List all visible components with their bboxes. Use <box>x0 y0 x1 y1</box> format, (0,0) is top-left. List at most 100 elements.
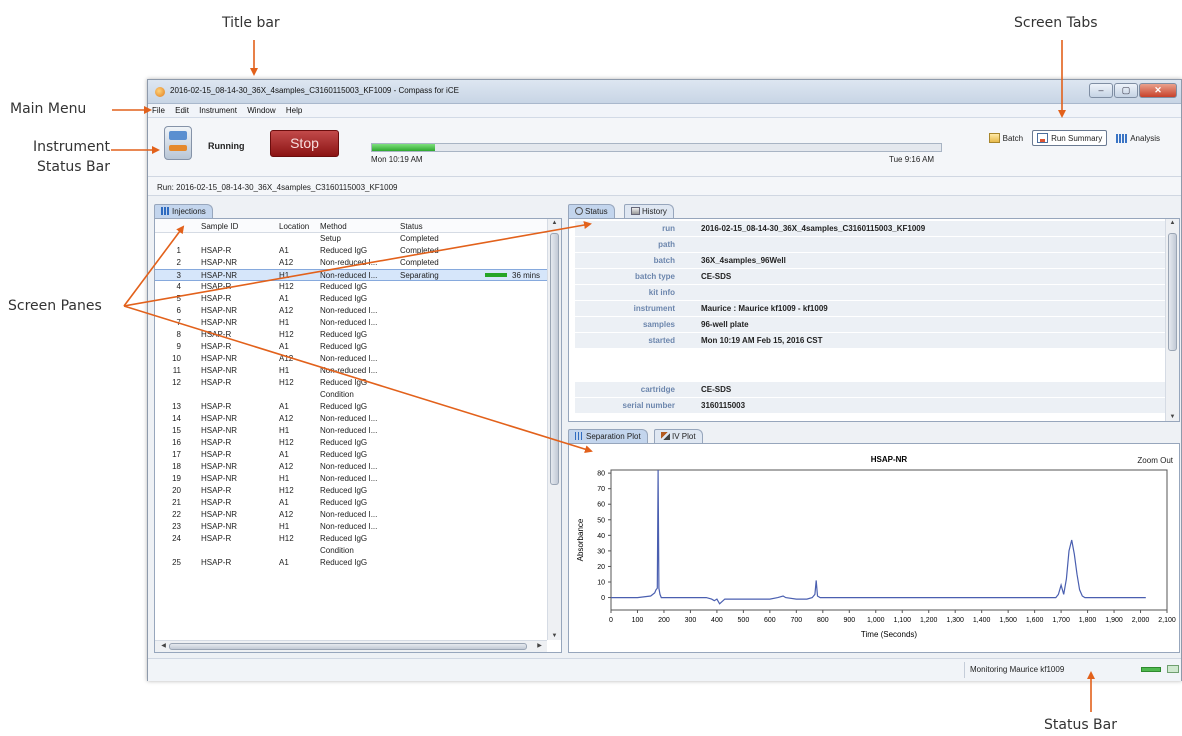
tab-iv-plot[interactable]: IV Plot <box>654 429 703 443</box>
tab-history[interactable]: History <box>624 204 674 218</box>
injections-icon <box>161 207 170 215</box>
table-row[interactable]: 9 HSAP-R A1 Reduced IgG <box>155 341 547 353</box>
row-sample-id: HSAP-NR <box>201 354 238 363</box>
status-scroll-up-icon[interactable]: ▲ <box>1166 220 1179 226</box>
status-field-key: instrument <box>633 304 675 313</box>
column-status[interactable]: Status <box>400 222 472 231</box>
table-row[interactable]: 12 HSAP-R H12 Reduced IgG <box>155 377 547 389</box>
row-location: H1 <box>279 318 290 327</box>
table-row[interactable]: 11 HSAP-NR H1 Non-reduced I... <box>155 365 547 377</box>
menu-instrument[interactable]: Instrument <box>195 104 241 115</box>
table-row[interactable]: 22 HSAP-NR A12 Non-reduced I... <box>155 509 547 521</box>
tab-injections[interactable]: Injections <box>154 204 213 218</box>
row-sample-id: HSAP-NR <box>201 318 238 327</box>
row-sample-id: HSAP-NR <box>201 306 238 315</box>
row-number: 14 <box>172 414 181 423</box>
row-sample-id: HSAP-R <box>201 534 232 543</box>
injections-table: Sample ID Location Method Status Setup Co… <box>154 218 562 653</box>
row-number: 10 <box>172 354 181 363</box>
window-controls: – ▢ ✕ <box>1089 83 1177 98</box>
row-method: Reduced IgG <box>320 246 368 255</box>
scroll-thumb[interactable] <box>550 233 559 485</box>
status-field-value: 96-well plate <box>701 320 749 329</box>
table-row[interactable]: 15 HSAP-NR H1 Non-reduced I... <box>155 425 547 437</box>
status-field-row: batch type CE-SDS <box>575 269 1165 284</box>
x-tick-label: 1,800 <box>1079 617 1097 624</box>
table-row[interactable]: 23 HSAP-NR H1 Non-reduced I... <box>155 521 547 533</box>
row-sample-id: HSAP-R <box>201 486 232 495</box>
table-row[interactable]: 4 HSAP-R H12 Reduced IgG <box>155 281 547 293</box>
row-method: Non-reduced I... <box>320 462 378 471</box>
status-field-row: started Mon 10:19 AM Feb 15, 2016 CST <box>575 333 1165 348</box>
row-method: Non-reduced I... <box>320 522 378 531</box>
vertical-scrollbar[interactable]: ▲ ▼ <box>547 219 561 640</box>
column-sample-id[interactable]: Sample ID <box>201 222 271 231</box>
table-row[interactable]: 25 HSAP-R A1 Reduced IgG <box>155 557 547 569</box>
row-location: A12 <box>279 462 294 471</box>
table-row[interactable]: 1 HSAP-R A1 Reduced IgG Completed <box>155 245 547 257</box>
tab-batch[interactable]: Batch <box>984 130 1028 146</box>
status-scrollbar[interactable]: ▲ ▼ <box>1165 219 1179 421</box>
table-row[interactable]: 7 HSAP-NR H1 Non-reduced I... <box>155 317 547 329</box>
plot-area <box>610 469 1168 611</box>
table-row[interactable]: Condition <box>155 545 547 557</box>
table-row[interactable]: 5 HSAP-R A1 Reduced IgG <box>155 293 547 305</box>
scroll-down-icon[interactable]: ▼ <box>548 633 561 639</box>
plot-frame: Zoom Out HSAP-NR Time (Seconds) Absorbance… <box>568 443 1180 653</box>
x-tick-label: 1,500 <box>999 617 1017 624</box>
iv-plot-icon <box>661 432 670 440</box>
table-row[interactable]: 13 HSAP-R A1 Reduced IgG <box>155 401 547 413</box>
table-row[interactable]: 10 HSAP-NR A12 Non-reduced I... <box>155 353 547 365</box>
row-number: 6 <box>176 306 181 315</box>
menu-edit[interactable]: Edit <box>171 104 193 115</box>
table-header: Sample ID Location Method Status <box>155 219 547 233</box>
table-row[interactable]: Condition <box>155 389 547 401</box>
stop-button[interactable]: Stop <box>270 130 339 157</box>
tab-status[interactable]: Status <box>568 204 615 218</box>
row-method: Reduced IgG <box>320 342 368 351</box>
maximize-button[interactable]: ▢ <box>1114 83 1138 98</box>
tab-separation-plot[interactable]: Separation Plot <box>568 429 648 443</box>
table-row[interactable]: 8 HSAP-R H12 Reduced IgG <box>155 329 547 341</box>
menu-file[interactable]: File <box>148 104 169 115</box>
scroll-right-icon[interactable]: ▶ <box>533 642 546 649</box>
status-scroll-down-icon[interactable]: ▼ <box>1166 414 1179 420</box>
title-bar[interactable]: 2016-02-15_08-14-30_36X_4samples_C316011… <box>148 80 1181 104</box>
separation-plot-chart[interactable]: HSAP-NRTime (Seconds)Absorbance0 100 200 30… <box>569 444 1179 652</box>
table-row[interactable]: 2 HSAP-NR A12 Non-reduced I... Completed <box>155 257 547 269</box>
table-row[interactable]: 6 HSAP-NR A12 Non-reduced I... <box>155 305 547 317</box>
connection-icon <box>1141 667 1161 672</box>
table-row[interactable]: 14 HSAP-NR A12 Non-reduced I... <box>155 413 547 425</box>
row-location: A1 <box>279 498 289 507</box>
h-scroll-thumb[interactable] <box>169 643 527 650</box>
table-row[interactable]: Setup Completed <box>155 233 547 245</box>
menu-help[interactable]: Help <box>282 104 306 115</box>
status-scroll-thumb[interactable] <box>1168 233 1177 351</box>
table-row[interactable]: 3 HSAP-NR H1 Non-reduced I... Separating 36 m… <box>155 269 547 281</box>
table-row[interactable]: 17 HSAP-R A1 Reduced IgG <box>155 449 547 461</box>
row-sample-id: HSAP-R <box>201 246 232 255</box>
menu-window[interactable]: Window <box>243 104 279 115</box>
table-row[interactable]: 19 HSAP-NR H1 Non-reduced I... <box>155 473 547 485</box>
column-method[interactable]: Method <box>320 222 396 231</box>
row-number: 18 <box>172 462 181 471</box>
minimize-button[interactable]: – <box>1089 83 1113 98</box>
tab-run-summary[interactable]: Run Summary <box>1032 130 1108 146</box>
table-row[interactable]: 20 HSAP-R H12 Reduced IgG <box>155 485 547 497</box>
table-row[interactable]: 16 HSAP-R H12 Reduced IgG <box>155 437 547 449</box>
tab-analysis[interactable]: Analysis <box>1111 130 1165 146</box>
table-row[interactable]: 18 HSAP-NR A12 Non-reduced I... <box>155 461 547 473</box>
x-tick-label: 400 <box>711 617 723 624</box>
table-row[interactable]: 21 HSAP-R A1 Reduced IgG <box>155 497 547 509</box>
column-location[interactable]: Location <box>279 222 319 231</box>
row-location: H1 <box>279 522 290 531</box>
horizontal-scrollbar[interactable]: ◀ ▶ <box>155 640 547 652</box>
scroll-up-icon[interactable]: ▲ <box>548 220 561 226</box>
row-number: 12 <box>172 378 181 387</box>
row-number: 3 <box>176 271 181 280</box>
row-method: Reduced IgG <box>320 498 368 507</box>
table-row[interactable]: 24 HSAP-R H12 Reduced IgG <box>155 533 547 545</box>
close-button[interactable]: ✕ <box>1139 83 1177 98</box>
x-tick-label: 0 <box>609 617 613 624</box>
row-location: A12 <box>279 510 294 519</box>
